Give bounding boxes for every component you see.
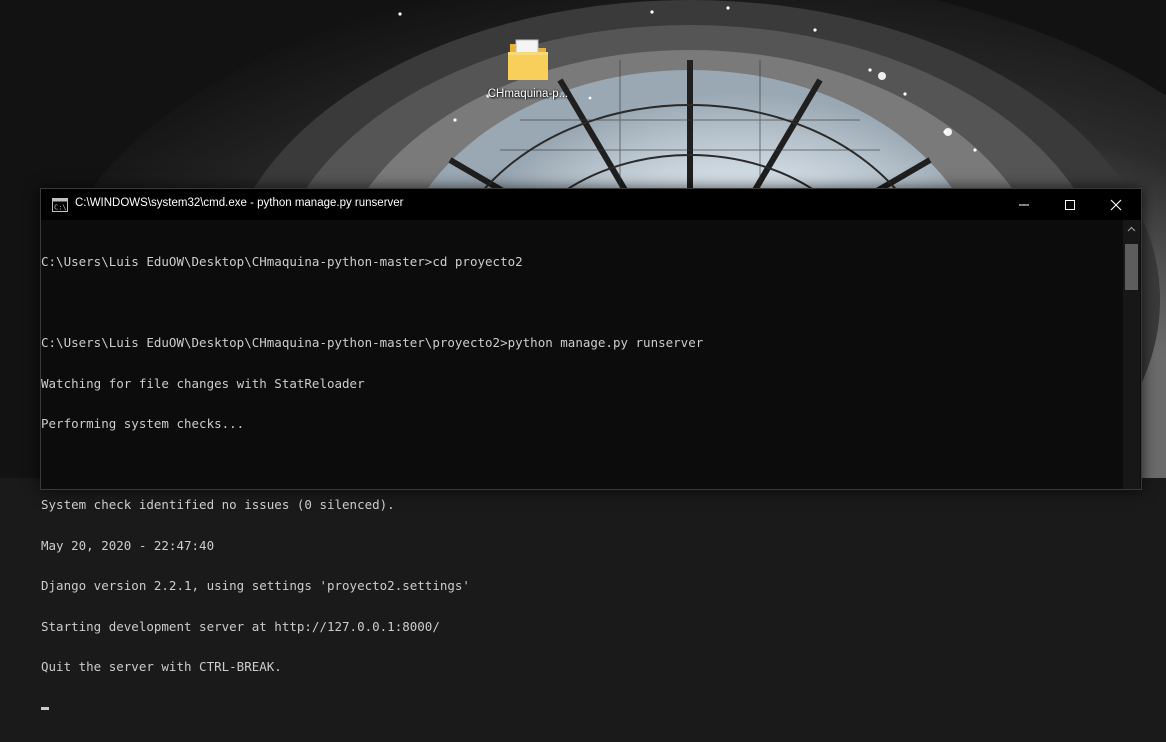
folder-icon — [508, 39, 548, 80]
desktop-icon-label: CHmaquina-p... — [487, 88, 569, 100]
minimize-button[interactable] — [1001, 189, 1047, 220]
scrollbar-thumb[interactable] — [1125, 244, 1138, 290]
maximize-icon — [1065, 200, 1075, 210]
console-line: Quit the server with CTRL-BREAK. — [41, 659, 282, 674]
console-output[interactable]: C:\Users\Luis EduOW\Desktop\CHmaquina-py… — [41, 220, 1123, 710]
text-cursor — [41, 706, 49, 710]
console-line: Django version 2.2.1, using settings 'pr… — [41, 578, 470, 593]
title-bar[interactable]: C:\ C:\WINDOWS\system32\cmd.exe - python… — [41, 189, 1141, 220]
svg-text:C:\: C:\ — [54, 204, 67, 212]
scroll-up-arrow-icon[interactable] — [1127, 226, 1136, 232]
cmd-icon: C:\ — [52, 198, 68, 212]
cmd-window[interactable]: C:\ C:\WINDOWS\system32\cmd.exe - python… — [40, 188, 1142, 710]
console-line: C:\Users\Luis EduOW\Desktop\CHmaquina-py… — [41, 335, 704, 350]
close-button[interactable] — [1093, 189, 1139, 220]
console-line: C:\Users\Luis EduOW\Desktop\CHmaquina-py… — [41, 254, 523, 269]
console-cursor-line — [41, 701, 1123, 715]
desktop-folder-icon-item[interactable]: CHmaquina-p... — [468, 36, 588, 122]
console-line: Performing system checks... — [41, 416, 245, 431]
vertical-scrollbar[interactable] — [1123, 220, 1140, 489]
close-icon — [1110, 199, 1122, 211]
minimize-icon — [1019, 204, 1029, 206]
console-line: Watching for file changes with StatReloa… — [41, 375, 365, 391]
console-line: May 20, 2020 - 22:47:40 — [41, 537, 215, 553]
window-title: C:\WINDOWS\system32\cmd.exe - python man… — [75, 197, 404, 209]
console-line: Starting development server at http://12… — [41, 618, 440, 634]
maximize-button[interactable] — [1047, 189, 1093, 220]
console-line: System check identified no issues (0 sil… — [41, 497, 395, 512]
